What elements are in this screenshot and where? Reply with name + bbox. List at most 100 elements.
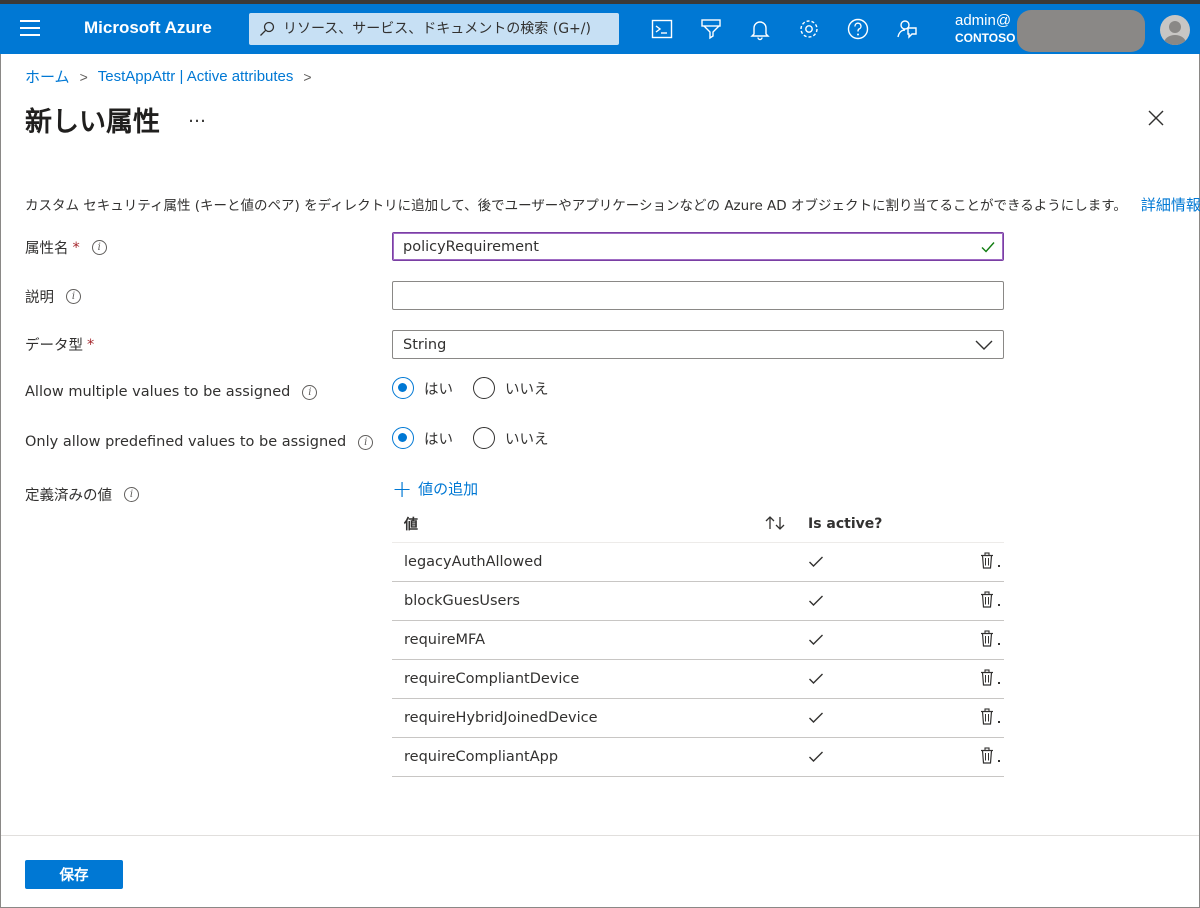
radio-selected-icon[interactable] (392, 377, 414, 399)
breadcrumb-home[interactable]: ホーム (25, 66, 70, 87)
search-icon (260, 21, 275, 36)
description-text: カスタム セキュリティ属性 (キーと値のペア) をディレクトリに追加して、後でユ… (25, 198, 1127, 214)
attribute-name-input[interactable] (403, 238, 963, 255)
attribute-name-label-text: 属性名 (25, 241, 69, 257)
active-check-icon (809, 712, 823, 723)
allow-multiple-no-radio[interactable]: いいえ (473, 377, 549, 399)
brand-title[interactable]: Microsoft Azure (84, 18, 212, 38)
column-header-is-active[interactable]: Is active? (808, 516, 882, 532)
radio-yes-label: はい (424, 431, 453, 448)
notifications-icon[interactable] (748, 17, 772, 41)
account-info[interactable]: admin@ CONTOSO (955, 12, 1015, 45)
row-overflow-mark (998, 721, 1000, 723)
table-row[interactable]: requireCompliantApp (392, 738, 1004, 777)
description-label: 説明 i (25, 286, 81, 307)
data-type-label-text: データ型 (25, 338, 83, 354)
page-title: 新しい属性 (25, 107, 160, 138)
data-type-label: データ型 * (25, 334, 94, 355)
active-check-icon (809, 634, 823, 645)
more-options-button[interactable]: … (188, 106, 207, 127)
info-icon[interactable]: i (91, 240, 107, 255)
allow-multiple-label: Allow multiple values to be assigned i (25, 384, 318, 400)
required-mark: * (87, 336, 95, 353)
allow-multiple-yes-radio[interactable]: はい (392, 377, 453, 399)
info-icon[interactable]: i (66, 289, 81, 304)
active-check-icon (809, 556, 823, 567)
description-input[interactable] (403, 287, 963, 304)
active-check-icon (809, 751, 823, 762)
chevron-right-icon: > (79, 68, 88, 85)
sort-icon[interactable] (764, 514, 786, 532)
delete-icon[interactable] (980, 669, 994, 686)
cloud-shell-icon[interactable] (650, 17, 674, 41)
page-description: カスタム セキュリティ属性 (キーと値のペア) をディレクトリに追加して、後でユ… (25, 194, 1200, 215)
attribute-name-label: 属性名 * i (25, 237, 107, 258)
chevron-right-icon: > (303, 68, 312, 85)
radio-selected-icon[interactable] (392, 427, 414, 449)
column-header-value[interactable]: 値 (404, 514, 418, 534)
avatar[interactable] (1160, 15, 1190, 45)
table-row[interactable]: legacyAuthAllowed (392, 543, 1004, 582)
feedback-icon[interactable] (895, 17, 919, 41)
breadcrumb: ホーム > TestAppAttr | Active attributes > (25, 66, 322, 87)
table-row[interactable]: blockGuesUsers (392, 582, 1004, 621)
info-icon[interactable]: i (124, 487, 139, 502)
value-cell: requireCompliantApp (404, 749, 559, 765)
attribute-name-field[interactable] (392, 232, 1004, 261)
close-icon[interactable] (1146, 108, 1166, 128)
allow-multiple-radio-group: はい いいえ (392, 377, 559, 399)
delete-icon[interactable] (980, 708, 994, 725)
predefined-only-radio-group: はい いいえ (392, 427, 559, 449)
table-row[interactable]: requireHybridJoinedDevice (392, 699, 1004, 738)
radio-unselected-icon[interactable] (473, 377, 495, 399)
predefined-only-yes-radio[interactable]: はい (392, 427, 453, 449)
table-body: legacyAuthAllowed blockGuesUsers requireMF… (392, 543, 1004, 777)
table-row[interactable]: requireCompliantDevice (392, 660, 1004, 699)
value-cell: legacyAuthAllowed (404, 554, 543, 570)
account-tenant: CONTOSO (955, 31, 1016, 45)
value-cell: requireCompliantDevice (404, 671, 580, 687)
required-mark: * (72, 239, 80, 256)
predefined-values-label-text: 定義済みの値 (25, 488, 112, 504)
active-check-icon (809, 595, 823, 606)
data-type-selected: String (403, 336, 447, 353)
add-value-button[interactable]: + 値の追加 (392, 474, 479, 503)
radio-no-label: いいえ (505, 431, 549, 448)
radio-no-label: いいえ (505, 381, 549, 398)
predefined-values-label: 定義済みの値 i (25, 484, 139, 505)
delete-icon[interactable] (980, 630, 994, 647)
add-value-label: 値の追加 (418, 480, 479, 498)
predefined-only-label: Only allow predefined values to be assig… (25, 434, 374, 450)
data-type-dropdown[interactable]: String (392, 330, 1004, 359)
active-check-icon (809, 673, 823, 684)
menu-icon[interactable] (20, 20, 40, 38)
info-icon[interactable]: i (302, 384, 318, 400)
plus-icon: + (392, 474, 413, 503)
search-input[interactable] (283, 21, 613, 37)
row-overflow-mark (998, 682, 1000, 684)
table-row[interactable]: requireMFA (392, 621, 1004, 660)
global-search[interactable] (249, 13, 619, 45)
table-header: 値 Is active? (392, 505, 1004, 543)
info-icon[interactable]: i (358, 434, 374, 450)
directory-filter-icon[interactable] (699, 17, 723, 41)
predefined-only-no-radio[interactable]: いいえ (473, 427, 549, 449)
chevron-down-icon (975, 340, 993, 350)
breadcrumb-parent[interactable]: TestAppAttr | Active attributes (98, 68, 294, 85)
delete-icon[interactable] (980, 747, 994, 764)
save-button[interactable]: 保存 (25, 860, 123, 889)
delete-icon[interactable] (980, 591, 994, 608)
redacted-block (1017, 10, 1145, 52)
predefined-only-label-text: Only allow predefined values to be assig… (25, 434, 347, 450)
value-cell: requireHybridJoinedDevice (404, 710, 598, 726)
radio-unselected-icon[interactable] (473, 427, 495, 449)
row-overflow-mark (998, 565, 1000, 567)
user-avatar-icon (1164, 21, 1186, 45)
description-field[interactable] (392, 281, 1004, 310)
settings-icon[interactable] (797, 17, 821, 41)
delete-icon[interactable] (980, 552, 994, 569)
help-icon[interactable] (846, 17, 870, 41)
learn-more-link[interactable]: 詳細情報 (1141, 196, 1200, 214)
allow-multiple-label-text: Allow multiple values to be assigned (25, 384, 291, 400)
row-overflow-mark (998, 643, 1000, 645)
